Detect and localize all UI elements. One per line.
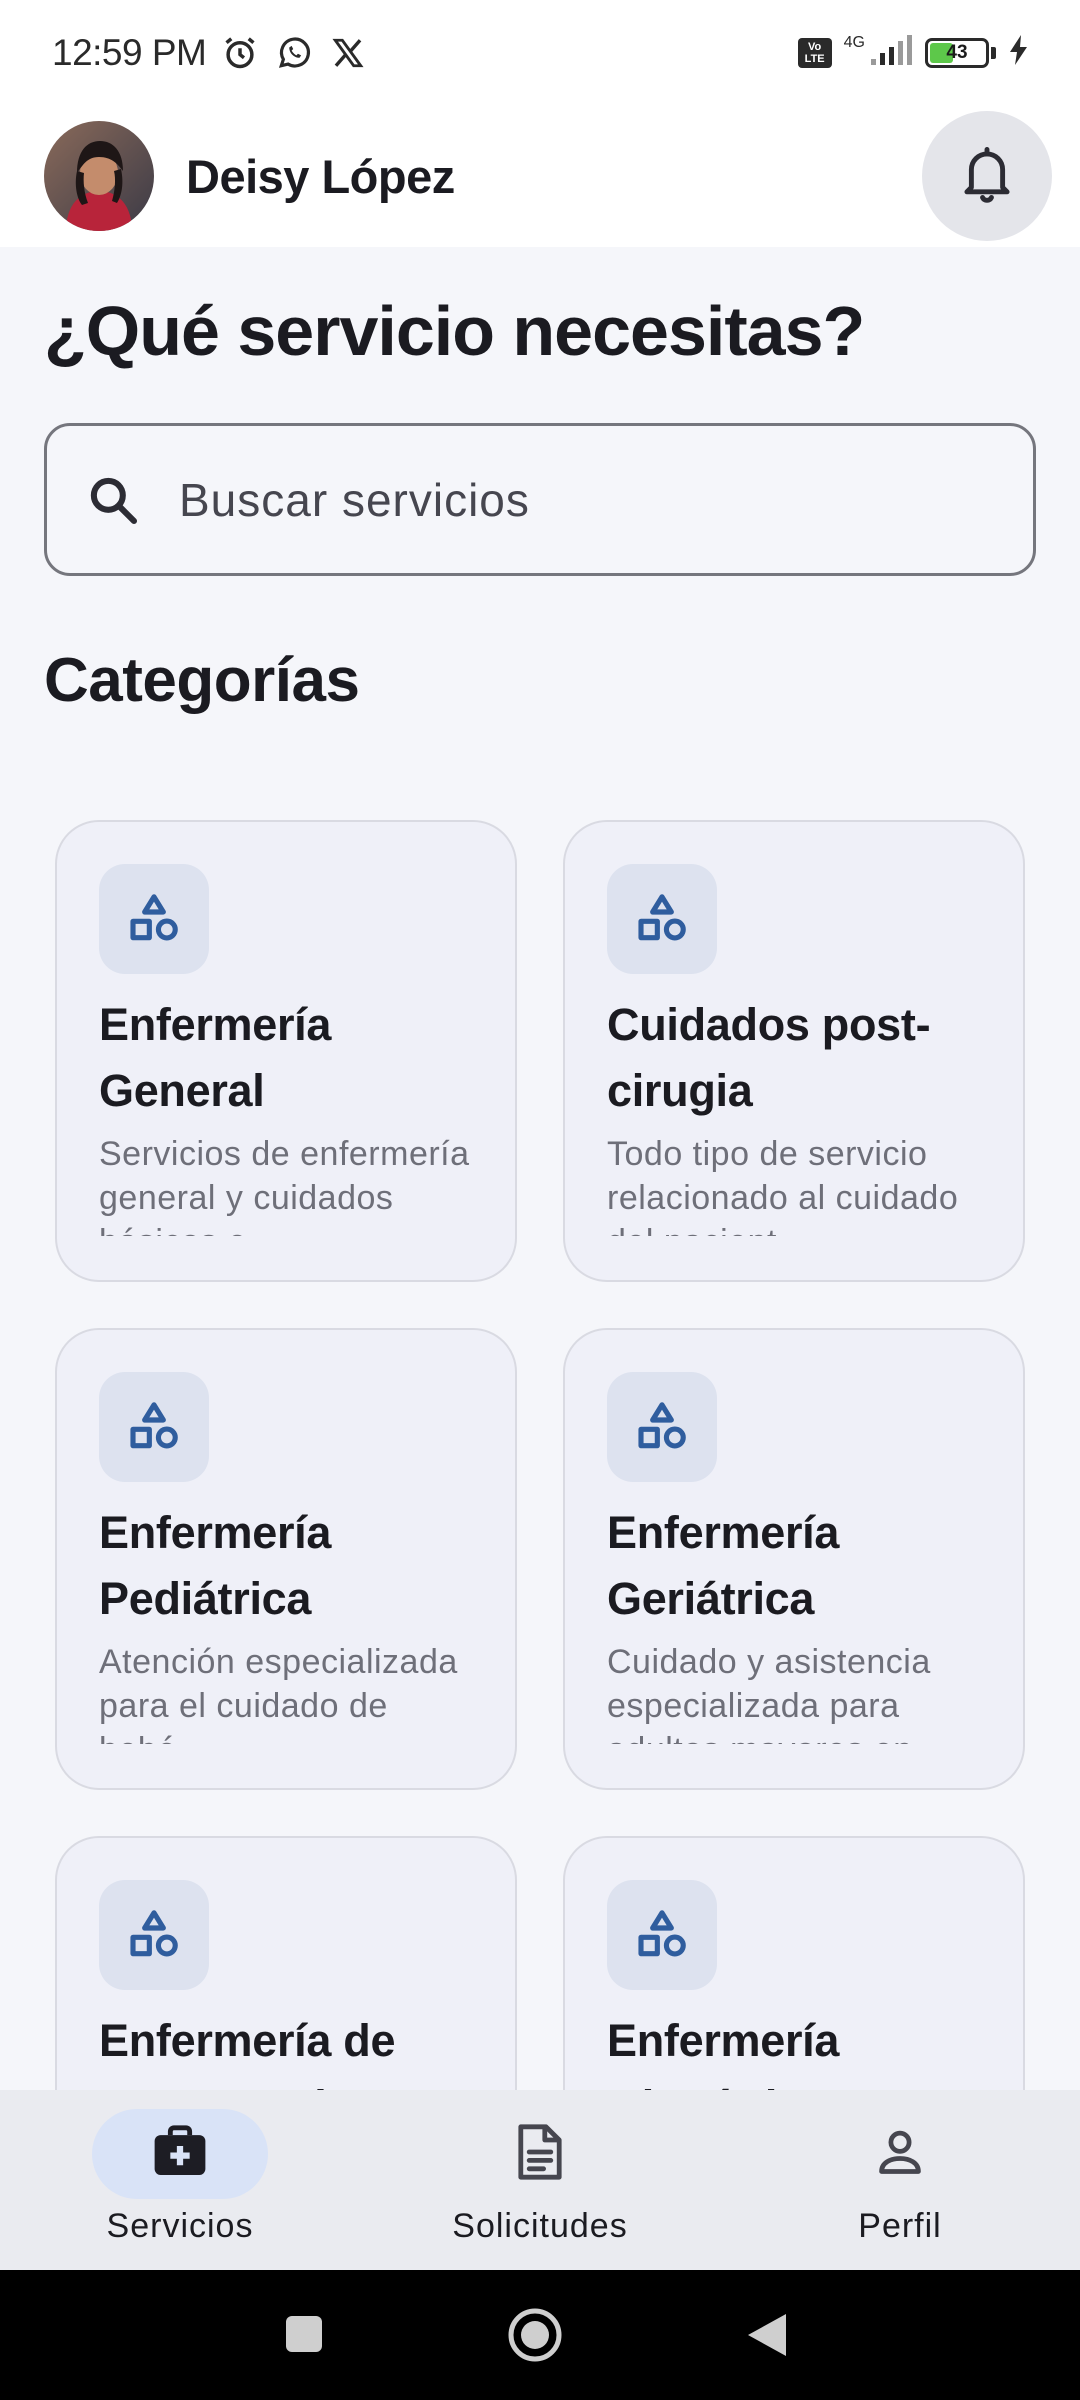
nav-active-indicator [92,2109,268,2199]
battery-cap [991,46,996,59]
avatar[interactable] [44,121,154,231]
document-icon [516,2123,564,2186]
battery-level: 43 [946,41,968,63]
nav-item-solicitudes[interactable]: Solicitudes [360,2090,720,2270]
search-input[interactable] [179,472,979,527]
bottom-navigation: Servicios Solicitudes Perfil [0,2090,1080,2270]
category-title: Enfermería Obstétrica [607,2015,840,2090]
category-card-enfermeria-general[interactable]: Enfermería General Servicios de enfermer… [55,820,517,1282]
main-content[interactable]: ¿Qué servicio necesitas? Categorías Enfe… [0,247,1080,2090]
category-title: Enfermería Geriátrica [607,1507,840,1624]
category-title: Enfermería Pediátrica [99,1507,332,1624]
user-name: Deisy López [186,149,455,203]
volte-bottom-label: LTE [804,52,825,65]
whatsapp-icon [274,33,314,73]
nav-label: Servicios [106,2207,254,2245]
volte-top-label: Vo [808,40,822,53]
section-title-categories: Categorías [44,646,360,715]
category-description: Servicios de enfermería general y cuidad… [99,1135,470,1236]
nav-pill [452,2109,628,2199]
search-icon [83,470,143,530]
nav-item-servicios[interactable]: Servicios [0,2090,360,2270]
bell-icon [960,145,1014,208]
medical-bag-icon [151,2124,209,2184]
shapes-icon [607,1372,717,1482]
status-bar: 12:59 PM Vo LTE 4G 43 [0,0,1080,105]
nav-pill [812,2109,988,2199]
alarm-icon [220,33,260,73]
categories-grid: Enfermería General Servicios de enfermer… [55,820,1025,2090]
back-button[interactable] [744,2310,790,2360]
nav-item-perfil[interactable]: Perfil [720,2090,1080,2270]
category-card-cuidados-post-cirugia[interactable]: Cuidados post-cirugia Todo tipo de servi… [563,820,1025,1282]
charging-icon [1008,34,1030,71]
search-box[interactable] [44,423,1036,576]
signal-icon [869,33,913,72]
category-description: Todo tipo de servicio relacionado al cui… [607,1135,959,1236]
category-description: Atención especializada para el cuidado d… [99,1643,458,1744]
category-card-enfermeria-obstetrica[interactable]: Enfermería Obstétrica [563,1836,1025,2090]
nav-label: Perfil [858,2207,942,2245]
x-icon [328,33,368,73]
app-screen: 12:59 PM Vo LTE 4G 43 Deisy López ¿Qué s… [0,0,1080,2400]
nav-label: Solicitudes [452,2207,628,2245]
shapes-icon [99,864,209,974]
category-card-enfermeria-pediatrica[interactable]: Enfermería Pediátrica Atención especiali… [55,1328,517,1790]
network-type: 4G [843,33,865,51]
page-title: ¿Qué servicio necesitas? [44,292,865,370]
shapes-icon [99,1880,209,1990]
category-title: Cuidados post-cirugia [607,999,931,1116]
status-time: 12:59 PM [52,31,207,73]
battery-icon: 43 [925,37,989,68]
system-navigation-bar [0,2270,1080,2400]
category-description: Cuidado y asistencia especializada para … [607,1643,931,1744]
home-button[interactable] [506,2306,564,2364]
status-left: 12:59 PM [52,32,368,74]
recent-apps-button[interactable] [282,2312,326,2356]
category-card-enfermeria-emergencia[interactable]: Enfermería de Emergencia [55,1836,517,2090]
category-card-enfermeria-geriatrica[interactable]: Enfermería Geriátrica Cuidado y asistenc… [563,1328,1025,1790]
volte-icon: Vo LTE [797,37,832,68]
person-icon [874,2126,926,2183]
category-title: Enfermería General [99,999,332,1116]
app-header: Deisy López [0,105,1080,247]
status-right: Vo LTE 4G 43 [797,33,1030,72]
shapes-icon [607,1880,717,1990]
shapes-icon [99,1372,209,1482]
category-title: Enfermería de Emergencia [99,2015,396,2090]
shapes-icon [607,864,717,974]
notifications-button[interactable] [922,111,1052,241]
